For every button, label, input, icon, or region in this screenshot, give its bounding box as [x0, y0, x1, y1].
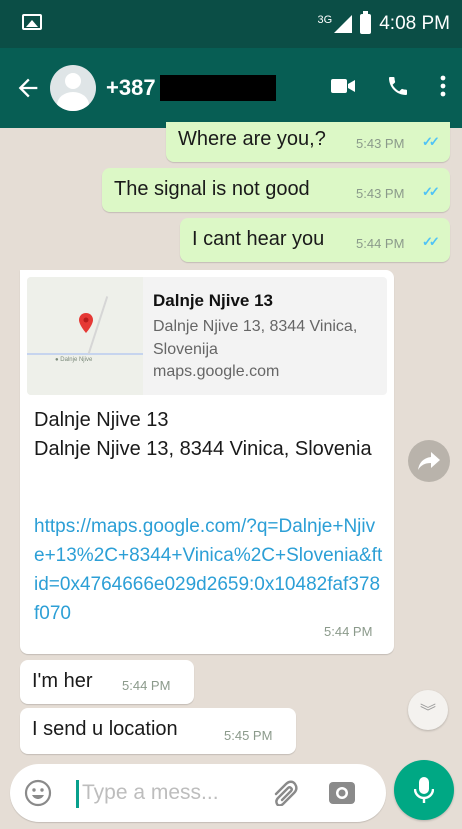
gallery-icon [22, 13, 42, 30]
camera-icon[interactable] [328, 780, 356, 811]
message-time: 5:43 PM [356, 136, 405, 151]
message-bubble-outgoing[interactable]: I cant hear you 5:44 PM ✓✓ [180, 218, 450, 262]
status-bar: 3G 4:08 PM [0, 0, 462, 48]
message-time: 5:44 PM [122, 678, 171, 693]
message-text: The signal is not good [114, 178, 310, 200]
phone-icon[interactable] [386, 74, 410, 103]
forward-button[interactable] [408, 440, 450, 482]
contact-avatar[interactable] [50, 65, 96, 111]
double-chevron-down-icon: ︾ [419, 704, 436, 721]
link-preview-card[interactable]: ● Dalnje Njive Dalnje Njive 13 Dalnje Nj… [27, 277, 387, 395]
message-text: I send u location [32, 718, 178, 740]
message-bubble-incoming[interactable]: I send u location 5:45 PM [20, 708, 296, 754]
more-options-icon[interactable] [440, 75, 446, 102]
mic-button[interactable] [394, 760, 454, 820]
location-name: Dalnje Njive 13 [34, 409, 169, 431]
map-thumbnail: ● Dalnje Njive [27, 277, 143, 395]
back-arrow-icon[interactable] [12, 68, 48, 108]
location-address: Dalnje Njive 13, 8344 Vinica, Slovenia [34, 438, 372, 460]
battery-icon [360, 11, 372, 34]
attach-icon[interactable] [272, 780, 302, 811]
message-bubble-outgoing[interactable]: The signal is not good 5:43 PM ✓✓ [102, 168, 450, 212]
mic-icon [414, 777, 434, 803]
video-call-icon[interactable] [330, 76, 356, 101]
read-ticks-icon: ✓✓ [422, 234, 440, 249]
emoji-icon[interactable] [24, 779, 52, 812]
message-bubble-incoming-location[interactable]: ● Dalnje Njive Dalnje Njive 13 Dalnje Nj… [20, 270, 394, 654]
message-list[interactable]: Where are you,? 5:43 PM ✓✓ The signal is… [0, 122, 462, 758]
read-ticks-icon: ✓✓ [422, 184, 440, 199]
network-type: 3G [317, 14, 333, 26]
chat-header: +387 [0, 48, 462, 128]
preview-domain: maps.google.com [153, 363, 280, 380]
message-time: 5:44 PM [356, 236, 405, 251]
message-text: Where are you,? [178, 128, 326, 150]
message-composer [10, 764, 386, 822]
text-cursor [76, 780, 79, 808]
preview-subtitle: Dalnje Njive 13, 8344 Vinica, Slovenija [153, 318, 358, 358]
message-text: I'm her [32, 670, 93, 692]
maps-link[interactable]: https://maps.google.com/?q=Dalnje+Njive+… [34, 512, 384, 628]
contact-number[interactable]: +387 [106, 75, 156, 101]
read-ticks-icon: ✓✓ [422, 134, 440, 149]
clock: 4:08 PM [379, 13, 450, 34]
message-text: I cant hear you [192, 228, 325, 250]
redaction-box [159, 75, 276, 101]
message-time: 5:45 PM [224, 728, 273, 743]
message-time: 5:44 PM [324, 624, 373, 639]
message-input[interactable] [82, 776, 242, 810]
scroll-to-bottom-button[interactable]: ︾ [408, 690, 448, 730]
message-bubble-outgoing[interactable]: Where are you,? 5:43 PM ✓✓ [166, 122, 450, 162]
map-pin-icon [79, 313, 93, 333]
message-time: 5:43 PM [356, 186, 405, 201]
message-bubble-incoming[interactable]: I'm her 5:44 PM [20, 660, 194, 704]
forward-icon [418, 452, 440, 470]
signal-icon [334, 15, 353, 33]
preview-title: Dalnje Njive 13 [153, 291, 274, 310]
